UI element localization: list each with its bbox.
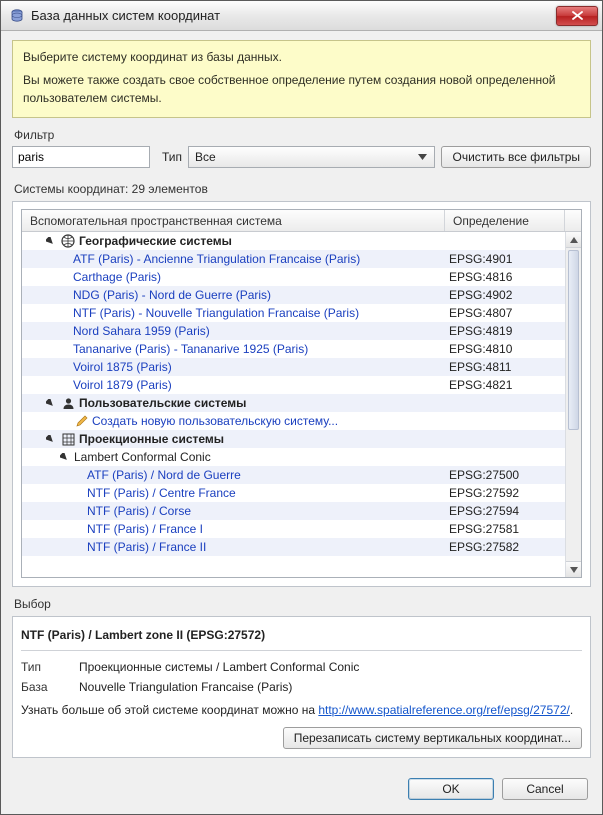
selection-type-row: Тип Проекционные системы / Lambert Confo…: [21, 657, 582, 677]
tree-panel: Вспомогательная пространственная система…: [12, 201, 591, 587]
tree-item[interactable]: ATF (Paris) / Nord de GuerreEPSG:27500: [22, 466, 565, 484]
selection-more-info: Узнать больше об этой системе координат …: [21, 697, 582, 719]
clear-filters-button[interactable]: Очистить все фильтры: [441, 146, 591, 168]
tree-item[interactable]: ATF (Paris) - Ancienne Triangulation Fra…: [22, 250, 565, 268]
hint-line1: Выберите систему координат из базы данны…: [23, 49, 580, 66]
scroll-thumb[interactable]: [568, 250, 579, 430]
selection-label: Выбор: [14, 597, 589, 611]
tree-item[interactable]: NDG (Paris) - Nord de Guerre (Paris)EPSG…: [22, 286, 565, 304]
results-count: Системы координат: 29 элементов: [14, 182, 589, 196]
hint-panel: Выберите систему координат из базы данны…: [12, 40, 591, 118]
vertical-scrollbar[interactable]: [565, 232, 581, 577]
tree-item[interactable]: NTF (Paris) / France IEPSG:27581: [22, 520, 565, 538]
tree-item[interactable]: NTF (Paris) / France IIEPSG:27582: [22, 538, 565, 556]
globe-icon: [60, 233, 76, 249]
dialog-window: База данных систем координат Выберите си…: [0, 0, 603, 815]
tree-item[interactable]: Nord Sahara 1959 (Paris)EPSG:4819: [22, 322, 565, 340]
dialog-body: Выберите систему координат из базы данны…: [1, 31, 602, 768]
tree-item[interactable]: Voirol 1879 (Paris)EPSG:4821: [22, 376, 565, 394]
tree-item[interactable]: Tananarive (Paris) - Tananarive 1925 (Pa…: [22, 340, 565, 358]
scroll-up-button[interactable]: [566, 232, 581, 248]
expand-icon[interactable]: [59, 452, 69, 462]
tree-item[interactable]: Voirol 1875 (Paris)EPSG:4811: [22, 358, 565, 376]
expand-icon[interactable]: [45, 434, 55, 444]
column-scroll: [565, 210, 581, 231]
tree-item[interactable]: NTF (Paris) / CorseEPSG:27594: [22, 502, 565, 520]
column-name[interactable]: Вспомогательная пространственная система: [22, 210, 445, 231]
window-title: База данных систем координат: [31, 8, 556, 23]
close-button[interactable]: [556, 6, 598, 26]
tree-body: Географические системы ATF (Paris) - Anc…: [22, 232, 581, 577]
tree-item[interactable]: Carthage (Paris)EPSG:4816: [22, 268, 565, 286]
tree: Вспомогательная пространственная система…: [21, 209, 582, 578]
tree-item[interactable]: NTF (Paris) / Centre FranceEPSG:27592: [22, 484, 565, 502]
tree-category-user[interactable]: Пользовательские системы: [22, 394, 565, 412]
pencil-icon: [73, 413, 89, 429]
tree-category-geo[interactable]: Географические системы: [22, 232, 565, 250]
tree-item[interactable]: NTF (Paris) - Nouvelle Triangulation Fra…: [22, 304, 565, 322]
expand-icon[interactable]: [45, 236, 55, 246]
filter-row: Тип Все Очистить все фильтры: [12, 146, 591, 168]
spatialreference-link[interactable]: http://www.spatialreference.org/ref/epsg…: [318, 703, 569, 717]
grid-icon: [60, 431, 76, 447]
dialog-footer: OK Cancel: [1, 768, 602, 814]
filter-input[interactable]: [12, 146, 150, 168]
expand-icon[interactable]: [45, 398, 55, 408]
titlebar: База данных систем координат: [1, 1, 602, 31]
scroll-down-button[interactable]: [566, 561, 581, 577]
overwrite-vertical-button[interactable]: Перезаписать систему вертикальных коорди…: [283, 727, 582, 749]
tree-header: Вспомогательная пространственная система…: [22, 210, 581, 232]
chevron-down-icon: [414, 154, 430, 160]
cancel-button[interactable]: Cancel: [502, 778, 588, 800]
type-select[interactable]: Все: [188, 146, 435, 168]
hint-line2: Вы можете также создать свое собственное…: [23, 72, 580, 107]
selection-panel: NTF (Paris) / Lambert zone II (EPSG:2757…: [12, 616, 591, 758]
ok-button[interactable]: OK: [408, 778, 494, 800]
type-select-value: Все: [195, 150, 414, 164]
selection-title: NTF (Paris) / Lambert zone II (EPSG:2757…: [21, 624, 582, 651]
selection-base-row: База Nouvelle Triangulation Francaise (P…: [21, 677, 582, 697]
tree-subcategory-lcc[interactable]: Lambert Conformal Conic: [22, 448, 565, 466]
tree-category-proj[interactable]: Проекционные системы: [22, 430, 565, 448]
column-def[interactable]: Определение: [445, 210, 565, 231]
tree-create-user-system[interactable]: Создать новую пользовательскую систему..…: [22, 412, 565, 430]
type-label: Тип: [162, 150, 182, 164]
user-icon: [60, 395, 76, 411]
filter-label: Фильтр: [14, 128, 589, 142]
database-icon: [9, 8, 25, 24]
